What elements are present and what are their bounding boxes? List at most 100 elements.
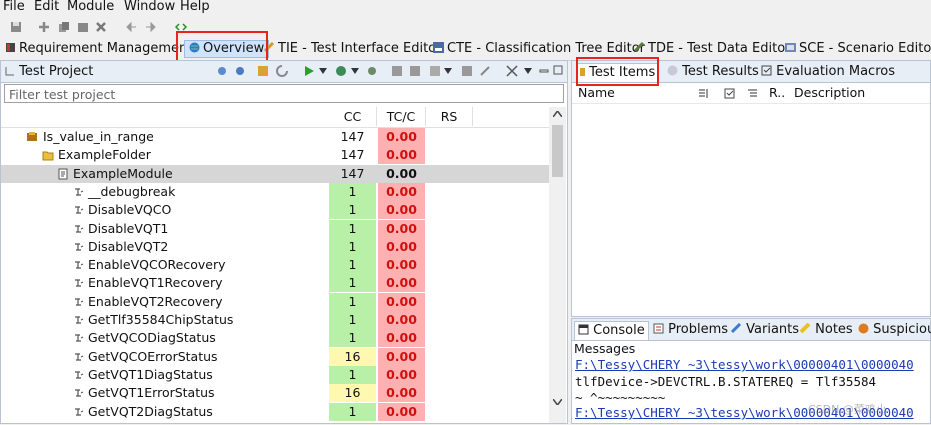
menu-edit[interactable]: Edit bbox=[34, 0, 59, 14]
check-column-icon[interactable] bbox=[724, 88, 735, 99]
tab-evaluation-macros[interactable]: Evaluation Macros bbox=[761, 63, 895, 80]
test-results-tab-icon bbox=[667, 65, 678, 76]
tree-row[interactable]: Is_value_in_range 147 0.00 bbox=[1, 128, 549, 146]
column-header-cc[interactable]: CC bbox=[329, 107, 377, 126]
import-icon[interactable] bbox=[257, 65, 269, 77]
tc-c-value: 0.00 bbox=[378, 347, 425, 366]
cc-value: 147 bbox=[340, 165, 365, 181]
menu-help[interactable]: Help bbox=[180, 0, 210, 14]
undo-icon[interactable] bbox=[125, 21, 137, 33]
tree-row[interactable]: GetVQCOErrorStatus 16 0.00 bbox=[1, 347, 549, 366]
minimize-icon[interactable] bbox=[539, 67, 549, 75]
rs-value bbox=[427, 403, 473, 421]
column-header-r[interactable]: R.. bbox=[769, 85, 785, 100]
filter-test-project-input[interactable]: Filter test project bbox=[4, 84, 564, 103]
tree-icon bbox=[433, 42, 444, 53]
tree-row[interactable]: ExampleFolder 147 0.00 bbox=[1, 146, 549, 165]
tab-problems[interactable]: Problems bbox=[653, 321, 728, 338]
cc-value: 1 bbox=[329, 311, 376, 329]
perspective-label: CTE - Classification Tree Editor bbox=[447, 41, 646, 56]
test-items-header: Name R.. Description bbox=[572, 83, 930, 104]
cc-value: 147 bbox=[340, 129, 365, 144]
console-tab-bar: Console Problems Variants Notes Suspicio… bbox=[572, 319, 931, 341]
tree-row[interactable]: GetVQCODiagStatus 1 0.00 bbox=[1, 329, 549, 348]
project-icon bbox=[27, 132, 37, 141]
add-icon[interactable] bbox=[38, 21, 50, 33]
tc-c-value: 0.00 bbox=[378, 128, 425, 146]
tab-test-results[interactable]: Test Results bbox=[667, 63, 759, 80]
perspective-cte[interactable]: CTE - Classification Tree Editor bbox=[433, 40, 645, 58]
delete-icon[interactable] bbox=[95, 21, 107, 33]
tab-notes[interactable]: Notes bbox=[800, 321, 853, 338]
report-3-icon[interactable] bbox=[429, 65, 441, 77]
reload-icon[interactable] bbox=[276, 65, 288, 77]
scroll-thumb[interactable] bbox=[552, 125, 563, 177]
column-header-rs[interactable]: RS bbox=[426, 107, 473, 126]
filter-icon[interactable] bbox=[506, 65, 518, 77]
tab-label: Problems bbox=[668, 322, 729, 337]
function-icon bbox=[75, 298, 84, 306]
tree-row[interactable]: GetVQT2DiagStatus 1 0.00 bbox=[1, 402, 549, 421]
folder-icon bbox=[42, 151, 54, 161]
column-header-name[interactable]: Name bbox=[578, 85, 615, 100]
perspective-tde[interactable]: TDE - Test Data Editor bbox=[634, 40, 791, 58]
run-dropdown-icon[interactable] bbox=[319, 68, 327, 74]
tab-label: Notes bbox=[815, 322, 853, 337]
tab-suspicious[interactable]: Suspicious bbox=[858, 321, 931, 338]
tree-row[interactable]: GetTlf35584ChipStatus 1 0.00 bbox=[1, 311, 549, 329]
redo-icon[interactable] bbox=[145, 21, 157, 33]
tc-c-value: 0.00 bbox=[378, 311, 425, 329]
export-icon[interactable] bbox=[461, 65, 473, 77]
tree-row[interactable]: DisableVQT1 1 0.00 bbox=[1, 219, 549, 238]
rs-value bbox=[427, 329, 473, 347]
tree-row[interactable]: __debugbreak 1 0.00 bbox=[1, 182, 549, 201]
tree-row[interactable]: DisableVQCO 1 0.00 bbox=[1, 201, 549, 220]
copy-icon[interactable] bbox=[58, 21, 70, 33]
tree-row-label: DisableVQT1 bbox=[88, 220, 169, 236]
tree-row[interactable]: EnableVQCORecovery 1 0.00 bbox=[1, 256, 549, 275]
rs-value bbox=[427, 293, 473, 311]
report-2-icon[interactable] bbox=[409, 65, 421, 77]
refresh-icon[interactable] bbox=[234, 65, 246, 77]
perspective-requirement-management[interactable]: Requirement Management bbox=[5, 40, 192, 58]
menu-window[interactable]: Window bbox=[124, 0, 175, 14]
tree-row-label: GetVQT1ErrorStatus bbox=[88, 385, 215, 401]
function-icon bbox=[75, 352, 84, 361]
coverage-icon[interactable] bbox=[335, 65, 347, 77]
save-icon[interactable] bbox=[10, 21, 22, 33]
tree-row[interactable]: GetVQT1DiagStatus 1 0.00 bbox=[1, 365, 549, 384]
tc-c-value: 0.00 bbox=[378, 402, 425, 421]
menu-file[interactable]: File bbox=[3, 0, 25, 14]
tree-row[interactable]: GetVQT1ErrorStatus 16 0.00 bbox=[1, 384, 549, 403]
sync-icon[interactable] bbox=[216, 65, 228, 77]
status-column-icon[interactable] bbox=[698, 88, 709, 99]
report-dropdown-icon[interactable] bbox=[444, 68, 452, 74]
tree-row[interactable]: EnableVQT2Recovery 1 0.00 bbox=[1, 292, 549, 311]
settings-icon[interactable] bbox=[366, 65, 378, 77]
tab-variants[interactable]: Variants bbox=[731, 321, 799, 338]
perspective-sce[interactable]: SCE - Scenario Editor bbox=[785, 40, 931, 58]
report-icon[interactable] bbox=[391, 65, 403, 77]
column-header-tc-c[interactable]: TC/C bbox=[377, 107, 426, 126]
menu-module[interactable]: Module bbox=[67, 0, 114, 14]
perspective-label: Requirement Management bbox=[19, 41, 193, 56]
scroll-up-icon[interactable] bbox=[553, 111, 562, 117]
scroll-down-icon[interactable] bbox=[553, 399, 562, 405]
perspective-tie[interactable]: TIE - Test Interface Editor bbox=[264, 40, 441, 58]
tree-row[interactable]: ExampleModule 147 0.00 bbox=[1, 164, 549, 183]
list-column-icon[interactable] bbox=[747, 88, 758, 99]
run-icon[interactable] bbox=[303, 65, 315, 77]
maximize-icon[interactable] bbox=[553, 65, 563, 75]
tc-c-value: 0.00 bbox=[378, 146, 425, 165]
column-header-description[interactable]: Description bbox=[794, 85, 865, 100]
console-line-1[interactable]: F:\Tessy\CHERY ~3\tessy\work\00000401\00… bbox=[575, 357, 914, 372]
link-icon[interactable] bbox=[479, 65, 491, 77]
tree-row[interactable]: EnableVQT1Recovery 1 0.00 bbox=[1, 274, 549, 293]
tree-scrollbar[interactable] bbox=[549, 107, 566, 423]
tree-row[interactable]: DisableVQT2 1 0.00 bbox=[1, 237, 549, 256]
tab-console[interactable]: Console bbox=[574, 321, 649, 340]
tab-test-project[interactable]: Test Project bbox=[5, 63, 93, 80]
view-menu-icon[interactable] bbox=[524, 68, 532, 74]
coverage-dropdown-icon[interactable] bbox=[351, 68, 359, 74]
paste-icon[interactable] bbox=[77, 21, 89, 33]
